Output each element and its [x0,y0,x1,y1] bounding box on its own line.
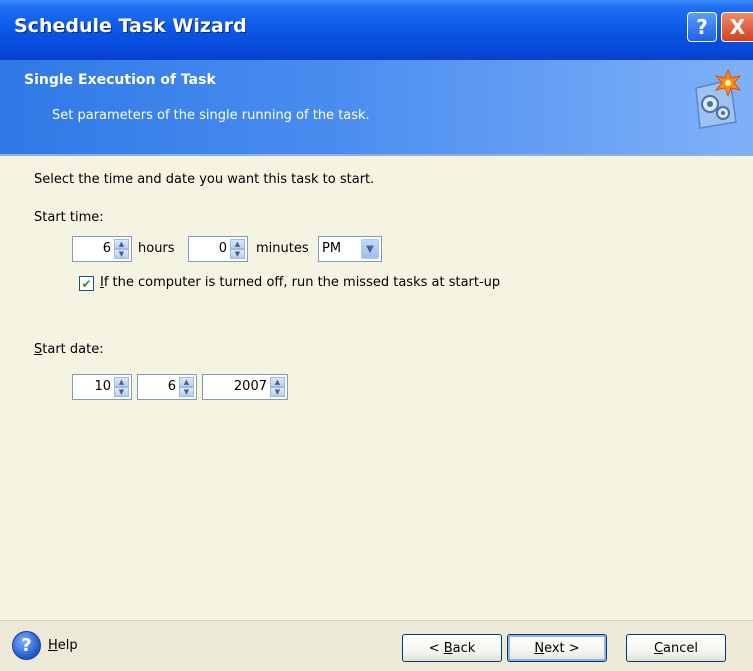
start-time-label: Start time: [34,210,104,225]
spin-up-icon[interactable]: ▲ [270,377,285,387]
next-text: ext > [544,640,580,656]
start-date-label: Start date: [34,342,104,357]
minutes-spinner[interactable]: 0 ▲ ▼ [188,236,248,262]
wizard-footer: ? Help < Back Next > Cancel [0,620,753,671]
hours-spin-arrows[interactable]: ▲ ▼ [114,239,129,259]
minutes-label: minutes [256,241,309,256]
cancel-button[interactable]: Cancel [626,634,726,662]
checkmark-icon: ✔ [81,276,92,291]
spin-up-icon[interactable]: ▲ [114,377,129,387]
header-title: Single Execution of Task [24,72,216,88]
hours-label: hours [138,241,175,256]
back-prefix: < [428,640,444,656]
help-question-icon: ? [696,15,708,39]
help-text: elp [57,638,78,653]
wizard-content: Select the time and date you want this t… [0,156,753,620]
instruction-text: Select the time and date you want this t… [34,172,375,187]
missed-tasks-checkbox[interactable]: ✔ [79,276,94,291]
title-help-button[interactable]: ? [687,12,717,42]
wizard-header: Single Execution of Task Set parameters … [0,60,753,154]
next-button[interactable]: Next > [507,634,607,662]
close-icon: X [729,15,746,39]
close-button[interactable]: X [721,12,753,42]
back-accel: B [443,640,453,656]
back-button[interactable]: < Back [402,634,502,662]
ampm-value: PM [322,241,342,256]
minutes-value: 0 [218,241,227,256]
minutes-spin-arrows[interactable]: ▲ ▼ [230,239,245,259]
window-title: Schedule Task Wizard [14,15,247,37]
day-value: 6 [167,379,176,394]
spin-up-icon[interactable]: ▲ [179,377,194,387]
month-spinner[interactable]: 10 ▲ ▼ [72,374,132,400]
next-accel: N [534,640,545,656]
year-value: 2007 [233,379,267,394]
wizard-window: Schedule Task Wizard ? X Single Executio… [0,0,753,671]
title-bar[interactable]: Schedule Task Wizard ? X [0,0,753,60]
help-link[interactable]: Help [48,638,78,653]
task-settings-gears-icon [695,68,742,129]
spin-up-icon[interactable]: ▲ [230,239,245,249]
day-spinner[interactable]: 6 ▲ ▼ [137,374,197,400]
header-subtitle: Set parameters of the single running of … [52,108,370,123]
hours-spinner[interactable]: 6 ▲ ▼ [72,236,132,262]
help-accel: H [48,638,58,653]
spin-down-icon[interactable]: ▼ [114,387,129,397]
year-spin-arrows[interactable]: ▲ ▼ [270,377,285,397]
missed-tasks-text: f the computer is turned off, run the mi… [103,275,501,290]
spin-down-icon[interactable]: ▼ [179,387,194,397]
month-spin-arrows[interactable]: ▲ ▼ [114,377,129,397]
year-spinner[interactable]: 2007 ▲ ▼ [202,374,288,400]
day-spin-arrows[interactable]: ▲ ▼ [179,377,194,397]
month-value: 10 [94,379,111,394]
start-date-text: tart date: [42,342,104,357]
spin-down-icon[interactable]: ▼ [230,249,245,259]
ampm-select[interactable]: PM ▼ [318,236,382,262]
back-text: ack [452,640,476,656]
missed-tasks-label[interactable]: If the computer is turned off, run the m… [100,275,500,290]
help-icon[interactable]: ? [12,631,41,660]
hours-value: 6 [102,241,111,256]
spin-down-icon[interactable]: ▼ [114,249,129,259]
spin-up-icon[interactable]: ▲ [114,239,129,249]
spin-down-icon[interactable]: ▼ [270,387,285,397]
cancel-text: ancel [663,640,699,656]
chevron-down-icon[interactable]: ▼ [361,239,379,259]
cancel-accel: C [653,640,664,656]
